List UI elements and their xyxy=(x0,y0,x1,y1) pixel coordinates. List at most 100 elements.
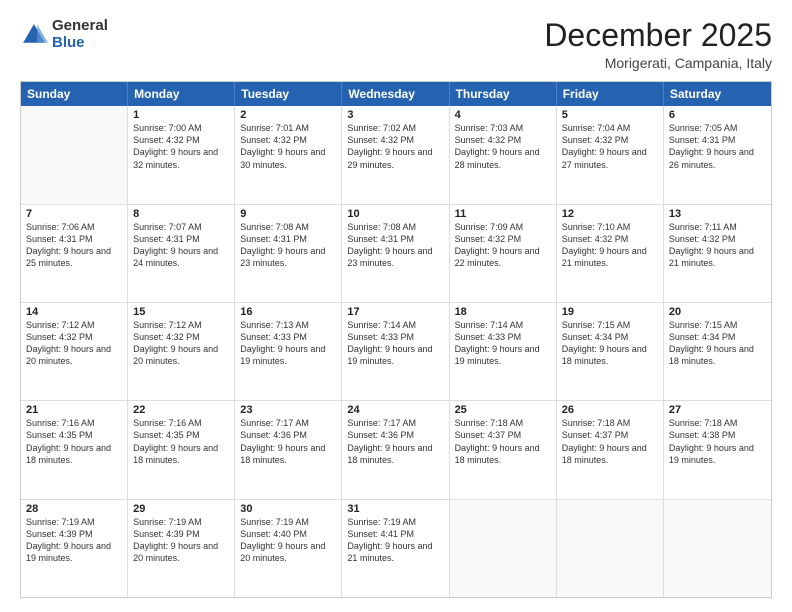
calendar-cell: 24Sunrise: 7:17 AM Sunset: 4:36 PM Dayli… xyxy=(342,401,449,498)
weekday-header: Friday xyxy=(557,82,664,106)
calendar-row: 14Sunrise: 7:12 AM Sunset: 4:32 PM Dayli… xyxy=(21,303,771,401)
cell-info: Sunrise: 7:17 AM Sunset: 4:36 PM Dayligh… xyxy=(240,417,336,466)
calendar-cell: 14Sunrise: 7:12 AM Sunset: 4:32 PM Dayli… xyxy=(21,303,128,400)
logo-general: General xyxy=(52,18,108,35)
day-number: 3 xyxy=(347,109,443,121)
day-number: 15 xyxy=(133,306,229,318)
cell-info: Sunrise: 7:01 AM Sunset: 4:32 PM Dayligh… xyxy=(240,122,336,171)
cell-info: Sunrise: 7:16 AM Sunset: 4:35 PM Dayligh… xyxy=(26,417,122,466)
calendar-cell: 16Sunrise: 7:13 AM Sunset: 4:33 PM Dayli… xyxy=(235,303,342,400)
day-number: 2 xyxy=(240,109,336,121)
header: General Blue December 2025 Morigerati, C… xyxy=(20,18,772,71)
title-block: December 2025 Morigerati, Campania, Ital… xyxy=(544,18,772,71)
calendar-header: SundayMondayTuesdayWednesdayThursdayFrid… xyxy=(21,82,771,106)
calendar-row: 7Sunrise: 7:06 AM Sunset: 4:31 PM Daylig… xyxy=(21,205,771,303)
cell-info: Sunrise: 7:15 AM Sunset: 4:34 PM Dayligh… xyxy=(562,319,658,368)
calendar-cell: 23Sunrise: 7:17 AM Sunset: 4:36 PM Dayli… xyxy=(235,401,342,498)
day-number: 6 xyxy=(669,109,766,121)
day-number: 29 xyxy=(133,503,229,515)
calendar-cell: 31Sunrise: 7:19 AM Sunset: 4:41 PM Dayli… xyxy=(342,500,449,597)
cell-info: Sunrise: 7:10 AM Sunset: 4:32 PM Dayligh… xyxy=(562,221,658,270)
calendar-cell: 15Sunrise: 7:12 AM Sunset: 4:32 PM Dayli… xyxy=(128,303,235,400)
logo-icon xyxy=(20,21,48,49)
subtitle: Morigerati, Campania, Italy xyxy=(544,55,772,71)
day-number: 7 xyxy=(26,208,122,220)
calendar-cell: 20Sunrise: 7:15 AM Sunset: 4:34 PM Dayli… xyxy=(664,303,771,400)
cell-info: Sunrise: 7:19 AM Sunset: 4:40 PM Dayligh… xyxy=(240,516,336,565)
calendar-cell: 21Sunrise: 7:16 AM Sunset: 4:35 PM Dayli… xyxy=(21,401,128,498)
calendar-cell: 12Sunrise: 7:10 AM Sunset: 4:32 PM Dayli… xyxy=(557,205,664,302)
day-number: 8 xyxy=(133,208,229,220)
calendar: SundayMondayTuesdayWednesdayThursdayFrid… xyxy=(20,81,772,598)
cell-info: Sunrise: 7:18 AM Sunset: 4:37 PM Dayligh… xyxy=(562,417,658,466)
day-number: 22 xyxy=(133,404,229,416)
calendar-cell: 19Sunrise: 7:15 AM Sunset: 4:34 PM Dayli… xyxy=(557,303,664,400)
calendar-row: 1Sunrise: 7:00 AM Sunset: 4:32 PM Daylig… xyxy=(21,106,771,204)
day-number: 24 xyxy=(347,404,443,416)
calendar-cell: 3Sunrise: 7:02 AM Sunset: 4:32 PM Daylig… xyxy=(342,106,449,203)
cell-info: Sunrise: 7:15 AM Sunset: 4:34 PM Dayligh… xyxy=(669,319,766,368)
calendar-row: 28Sunrise: 7:19 AM Sunset: 4:39 PM Dayli… xyxy=(21,500,771,597)
calendar-cell: 26Sunrise: 7:18 AM Sunset: 4:37 PM Dayli… xyxy=(557,401,664,498)
weekday-header: Tuesday xyxy=(235,82,342,106)
day-number: 27 xyxy=(669,404,766,416)
cell-info: Sunrise: 7:03 AM Sunset: 4:32 PM Dayligh… xyxy=(455,122,551,171)
calendar-cell xyxy=(557,500,664,597)
calendar-cell: 29Sunrise: 7:19 AM Sunset: 4:39 PM Dayli… xyxy=(128,500,235,597)
cell-info: Sunrise: 7:02 AM Sunset: 4:32 PM Dayligh… xyxy=(347,122,443,171)
day-number: 13 xyxy=(669,208,766,220)
cell-info: Sunrise: 7:19 AM Sunset: 4:39 PM Dayligh… xyxy=(26,516,122,565)
cell-info: Sunrise: 7:07 AM Sunset: 4:31 PM Dayligh… xyxy=(133,221,229,270)
day-number: 31 xyxy=(347,503,443,515)
day-number: 17 xyxy=(347,306,443,318)
day-number: 30 xyxy=(240,503,336,515)
calendar-cell: 27Sunrise: 7:18 AM Sunset: 4:38 PM Dayli… xyxy=(664,401,771,498)
calendar-cell: 9Sunrise: 7:08 AM Sunset: 4:31 PM Daylig… xyxy=(235,205,342,302)
calendar-cell xyxy=(450,500,557,597)
day-number: 20 xyxy=(669,306,766,318)
cell-info: Sunrise: 7:18 AM Sunset: 4:38 PM Dayligh… xyxy=(669,417,766,466)
calendar-cell: 4Sunrise: 7:03 AM Sunset: 4:32 PM Daylig… xyxy=(450,106,557,203)
calendar-cell: 25Sunrise: 7:18 AM Sunset: 4:37 PM Dayli… xyxy=(450,401,557,498)
day-number: 26 xyxy=(562,404,658,416)
cell-info: Sunrise: 7:09 AM Sunset: 4:32 PM Dayligh… xyxy=(455,221,551,270)
day-number: 1 xyxy=(133,109,229,121)
cell-info: Sunrise: 7:08 AM Sunset: 4:31 PM Dayligh… xyxy=(240,221,336,270)
cell-info: Sunrise: 7:00 AM Sunset: 4:32 PM Dayligh… xyxy=(133,122,229,171)
logo: General Blue xyxy=(20,18,108,51)
calendar-cell: 11Sunrise: 7:09 AM Sunset: 4:32 PM Dayli… xyxy=(450,205,557,302)
cell-info: Sunrise: 7:13 AM Sunset: 4:33 PM Dayligh… xyxy=(240,319,336,368)
weekday-header: Monday xyxy=(128,82,235,106)
cell-info: Sunrise: 7:14 AM Sunset: 4:33 PM Dayligh… xyxy=(455,319,551,368)
cell-info: Sunrise: 7:19 AM Sunset: 4:41 PM Dayligh… xyxy=(347,516,443,565)
calendar-row: 21Sunrise: 7:16 AM Sunset: 4:35 PM Dayli… xyxy=(21,401,771,499)
day-number: 9 xyxy=(240,208,336,220)
cell-info: Sunrise: 7:17 AM Sunset: 4:36 PM Dayligh… xyxy=(347,417,443,466)
calendar-cell: 6Sunrise: 7:05 AM Sunset: 4:31 PM Daylig… xyxy=(664,106,771,203)
calendar-cell: 28Sunrise: 7:19 AM Sunset: 4:39 PM Dayli… xyxy=(21,500,128,597)
cell-info: Sunrise: 7:06 AM Sunset: 4:31 PM Dayligh… xyxy=(26,221,122,270)
day-number: 5 xyxy=(562,109,658,121)
cell-info: Sunrise: 7:11 AM Sunset: 4:32 PM Dayligh… xyxy=(669,221,766,270)
day-number: 12 xyxy=(562,208,658,220)
weekday-header: Thursday xyxy=(450,82,557,106)
day-number: 11 xyxy=(455,208,551,220)
cell-info: Sunrise: 7:04 AM Sunset: 4:32 PM Dayligh… xyxy=(562,122,658,171)
cell-info: Sunrise: 7:16 AM Sunset: 4:35 PM Dayligh… xyxy=(133,417,229,466)
calendar-cell: 8Sunrise: 7:07 AM Sunset: 4:31 PM Daylig… xyxy=(128,205,235,302)
day-number: 14 xyxy=(26,306,122,318)
day-number: 16 xyxy=(240,306,336,318)
cell-info: Sunrise: 7:12 AM Sunset: 4:32 PM Dayligh… xyxy=(26,319,122,368)
page: General Blue December 2025 Morigerati, C… xyxy=(0,0,792,612)
weekday-header: Saturday xyxy=(664,82,771,106)
cell-info: Sunrise: 7:14 AM Sunset: 4:33 PM Dayligh… xyxy=(347,319,443,368)
day-number: 21 xyxy=(26,404,122,416)
day-number: 10 xyxy=(347,208,443,220)
calendar-cell xyxy=(664,500,771,597)
cell-info: Sunrise: 7:08 AM Sunset: 4:31 PM Dayligh… xyxy=(347,221,443,270)
cell-info: Sunrise: 7:18 AM Sunset: 4:37 PM Dayligh… xyxy=(455,417,551,466)
calendar-cell: 5Sunrise: 7:04 AM Sunset: 4:32 PM Daylig… xyxy=(557,106,664,203)
day-number: 28 xyxy=(26,503,122,515)
calendar-cell: 10Sunrise: 7:08 AM Sunset: 4:31 PM Dayli… xyxy=(342,205,449,302)
calendar-cell: 17Sunrise: 7:14 AM Sunset: 4:33 PM Dayli… xyxy=(342,303,449,400)
